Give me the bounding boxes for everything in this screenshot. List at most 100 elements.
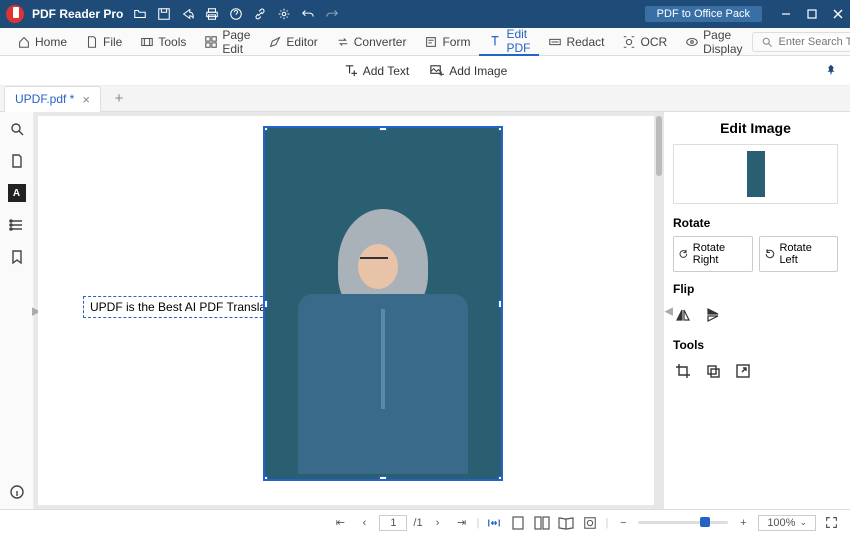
resize-handle-bm[interactable] [379,476,387,481]
ribbon-converter-label: Converter [354,35,407,49]
tab-close-icon[interactable]: × [82,92,90,107]
share-icon[interactable] [181,7,195,21]
open-icon[interactable] [133,7,147,21]
sidebar-annotations-icon[interactable]: A [8,184,26,202]
pin-icon[interactable] [824,63,838,80]
workspace: A ▶ UPDF is the Best AI PDF Translato [0,112,850,509]
flip-vertical-icon[interactable] [705,307,721,323]
ribbon-home[interactable]: Home [8,28,76,56]
sidebar-search-icon[interactable] [8,120,26,138]
close-icon[interactable] [832,8,844,20]
search-input[interactable] [779,36,850,48]
sidebar-thumbnails-icon[interactable] [8,152,26,170]
last-page-icon[interactable]: ⇥ [453,514,471,532]
rotate-right-button[interactable]: Rotate Right [673,236,753,272]
fullscreen-icon[interactable] [822,514,840,532]
sidebar-outline-icon[interactable] [8,216,26,234]
undo-icon[interactable] [301,7,315,21]
prev-page-icon[interactable]: ‹ [355,514,373,532]
selected-image[interactable] [263,126,503,481]
ribbon-tools[interactable]: Tools [131,28,195,56]
canvas-area: ▶ UPDF is the Best AI PDF Translato ◀ [34,112,660,509]
first-page-icon[interactable]: ⇤ [331,514,349,532]
panel-title: Edit Image [673,120,838,136]
sidebar-bookmarks-icon[interactable] [8,248,26,266]
ribbon-pageedit-label: Page Edit [222,28,250,56]
resize-handle-tr[interactable] [498,126,503,131]
settings-icon[interactable] [277,7,291,21]
page-input[interactable]: 1 [379,515,407,531]
document-tab[interactable]: UPDF.pdf * × [4,86,101,112]
search-box[interactable] [752,32,850,52]
file-icon [85,35,99,49]
ribbon-form[interactable]: Form [415,28,479,56]
document-tabbar: UPDF.pdf * × + [0,86,850,112]
resize-handle-ml[interactable] [263,300,268,308]
add-image-label: Add Image [449,64,507,78]
promo-badge[interactable]: PDF to Office Pack [645,6,762,22]
maximize-icon[interactable] [806,8,818,20]
page-total: /1 [413,517,422,529]
ribbon-pagedisplay[interactable]: Page Display [676,28,751,56]
flip-horizontal-icon[interactable] [675,307,691,323]
flip-section-label: Flip [673,282,838,296]
editor-icon [268,35,282,49]
minimize-icon[interactable] [780,8,792,20]
export-icon[interactable] [735,363,751,379]
redact-icon [548,35,562,49]
expand-right-icon[interactable]: ◀ [665,304,673,317]
resize-handle-br[interactable] [498,476,503,481]
add-image-button[interactable]: Add Image [429,63,507,78]
rotate-left-button[interactable]: Rotate Left [759,236,839,272]
edit-image-panel: Edit Image Rotate Rotate Right Rotate Le… [660,112,850,509]
resize-handle-tl[interactable] [263,126,268,131]
replace-icon[interactable] [705,363,721,379]
home-icon [17,35,31,49]
crop-icon[interactable] [675,363,691,379]
two-page-icon[interactable] [533,514,551,532]
read-mode-icon[interactable] [581,514,599,532]
image-preview [673,144,838,204]
new-tab-button[interactable]: + [109,89,129,109]
editpdf-icon [488,34,502,48]
zoom-slider-thumb[interactable] [700,517,710,527]
ribbon-pagedisplay-label: Page Display [703,28,742,56]
view-mode-group [485,514,599,532]
link-icon[interactable] [253,7,267,21]
ribbon-converter[interactable]: Converter [327,28,416,56]
resize-handle-bl[interactable] [263,476,268,481]
vertical-scrollbar[interactable] [654,112,664,509]
ribbon-pageedit[interactable]: Page Edit [195,28,259,56]
addimage-icon [429,63,444,78]
fit-width-icon[interactable] [485,514,503,532]
zoom-level[interactable]: 100% ⌄ [758,515,816,531]
book-view-icon[interactable] [557,514,575,532]
ribbon-ocr[interactable]: OCR [613,28,676,56]
zoom-in-icon[interactable]: + [734,514,752,532]
app-logo [6,5,24,23]
help-icon[interactable] [229,7,243,21]
zoom-slider[interactable] [638,521,728,524]
ribbon-editpdf[interactable]: Edit PDF [479,28,539,56]
next-page-icon[interactable]: › [429,514,447,532]
ribbon-editor[interactable]: Editor [259,28,326,56]
single-page-icon[interactable] [509,514,527,532]
resize-handle-tm[interactable] [379,126,387,131]
redo-icon[interactable] [325,7,339,21]
window-controls [780,8,844,20]
ribbon-tools-label: Tools [158,35,186,49]
ribbon-file[interactable]: File [76,28,131,56]
zoom-out-icon[interactable]: − [614,514,632,532]
save-icon[interactable] [157,7,171,21]
add-text-button[interactable]: Add Text [343,63,409,78]
ribbon-redact-label: Redact [566,35,604,49]
print-icon[interactable] [205,7,219,21]
converter-icon [336,35,350,49]
sidebar-info-icon[interactable] [8,483,26,501]
zoom-value: 100% [767,517,795,529]
rotate-right-icon [678,248,689,260]
ribbon-redact[interactable]: Redact [539,28,613,56]
text-object[interactable]: UPDF is the Best AI PDF Translato [83,296,283,318]
document-page[interactable]: UPDF is the Best AI PDF Translato [38,116,656,505]
resize-handle-mr[interactable] [498,300,503,308]
